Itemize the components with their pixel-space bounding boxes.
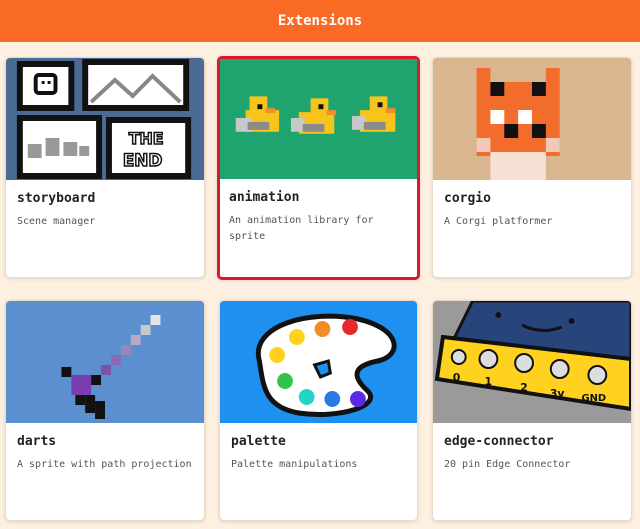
card-title: storyboard [17,191,96,206]
card-description: Palette manipulations [231,459,358,470]
extension-card-darts[interactable]: darts A sprite with path projection [5,300,205,521]
header-title: Extensions [277,13,363,29]
card-description: Scene manager [17,216,96,227]
extension-card-corgio[interactable]: corgio A Corgi platformer [432,57,632,278]
pin-1-label: 1 [484,375,492,388]
extension-card-animation[interactable]: animation An animation library for sprit… [217,56,420,280]
extension-card-palette[interactable]: palette Palette manipulations [219,300,418,521]
card-title: corgio [444,191,491,206]
edge-connector-board-icon: 0 1 2 3v GND [433,301,631,423]
dart-icon [6,301,204,423]
pin-gnd-label: GND [582,393,607,404]
extension-card-storyboard[interactable]: THE END storyboard Scene manager [5,57,205,278]
card-title: edge-connector [444,434,554,449]
pin-2-label: 2 [520,381,528,394]
pin-0-label: 0 [453,371,461,384]
extension-card-edge-connector[interactable]: 0 1 2 3v GND edge-connector 20 pin Edge … [432,300,632,521]
card-description: A Corgi platformer [444,216,553,227]
storyboard-end-text: END [123,150,163,170]
card-description: 20 pin Edge Connector [444,459,571,470]
ducks-animation-icon [220,59,417,179]
card-description: A sprite with path projection [17,459,192,470]
extensions-header: Extensions [0,0,640,42]
card-title: darts [17,434,57,449]
pin-3v-label: 3v [550,387,565,400]
card-description: An animation library for sprite [229,215,374,242]
card-title: palette [231,434,286,449]
storyboard-the-text: THE [129,129,164,148]
storyboard-comic-icon: THE END [6,58,204,180]
corgi-pixel-icon [433,58,631,180]
paint-palette-icon [220,301,417,423]
card-title: animation [229,190,300,205]
